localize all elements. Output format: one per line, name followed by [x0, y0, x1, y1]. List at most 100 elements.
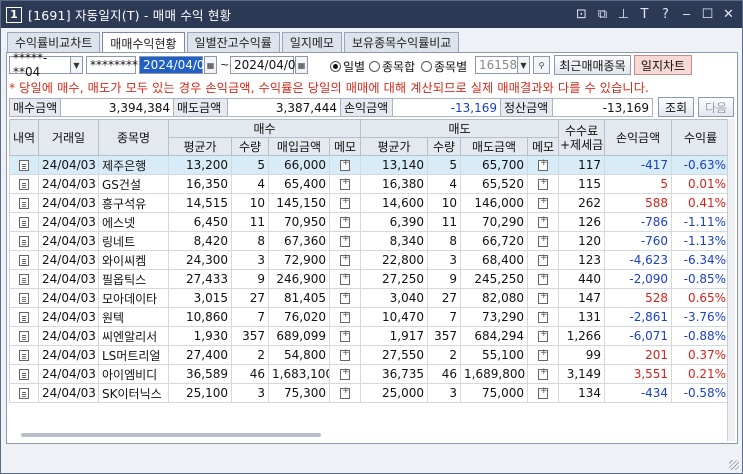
detail-doc-icon[interactable]: [19, 293, 29, 304]
buy-memo-icon[interactable]: [340, 348, 351, 361]
radio-stock-sum-dot[interactable]: [369, 61, 380, 72]
detail-doc-icon[interactable]: [19, 312, 29, 323]
sell-memo-icon[interactable]: [538, 158, 549, 171]
buy-memo-icon[interactable]: [340, 367, 351, 380]
cell-date: 24/04/03: [38, 383, 99, 403]
buy-memo-icon[interactable]: [340, 158, 351, 171]
cell-pl: -4,623: [604, 250, 673, 270]
horizontal-scrollbar[interactable]: [21, 433, 321, 437]
search-icon[interactable]: ⚲: [533, 56, 550, 74]
maximize-icon[interactable]: ☐: [698, 5, 717, 24]
buy-memo-cell: [328, 288, 362, 308]
tab-journal-memo[interactable]: 일지메모: [281, 32, 342, 52]
buy-memo-icon[interactable]: [340, 310, 351, 323]
next-button[interactable]: 다음: [698, 97, 734, 117]
buy-memo-icon[interactable]: [340, 386, 351, 399]
radio-daily-dot[interactable]: [330, 61, 341, 72]
stock-code-field[interactable]: 161580: [475, 56, 525, 74]
detail-doc-cell: [9, 231, 39, 251]
sell-memo-icon[interactable]: [538, 177, 549, 190]
sell-memo-icon[interactable]: [538, 291, 549, 304]
table-row[interactable]: 24/04/03링네트8,420867,3608,340866,720120-7…: [9, 231, 731, 251]
date-from-field[interactable]: 2024/04/03: [139, 56, 212, 74]
detail-doc-icon[interactable]: [19, 179, 29, 190]
detail-doc-icon[interactable]: [19, 255, 29, 266]
close-icon[interactable]: ✕: [719, 5, 738, 24]
table-row[interactable]: 24/04/03필옵틱스27,4339246,90027,2509245,250…: [9, 269, 731, 289]
sell-memo-icon[interactable]: [538, 234, 549, 247]
cell-date: 24/04/03: [38, 231, 99, 251]
sell-memo-icon[interactable]: [538, 215, 549, 228]
help-icon[interactable]: ?: [656, 5, 675, 24]
detail-doc-icon[interactable]: [19, 388, 29, 399]
buy-memo-icon[interactable]: [340, 234, 351, 247]
radio-by-stock[interactable]: 종목별: [421, 58, 467, 75]
table-row[interactable]: 24/04/03에스넷6,4501170,9506,3901170,290126…: [9, 212, 731, 232]
title-tools: ⊡ ⧉ ⊥ T ? ‒ ☐ ✕: [572, 5, 738, 24]
cell-sell-qty: 7: [427, 307, 462, 327]
sell-memo-icon[interactable]: [538, 348, 549, 361]
buy-memo-icon[interactable]: [340, 329, 351, 342]
buy-memo-icon[interactable]: [340, 272, 351, 285]
detail-doc-icon[interactable]: [19, 331, 29, 342]
cell-fee: 134: [558, 383, 606, 403]
table-row[interactable]: 24/04/03제주은행13,200566,00013,140565,70011…: [9, 155, 731, 175]
detail-doc-icon[interactable]: [19, 236, 29, 247]
journal-chart-button[interactable]: 일지차트: [634, 55, 692, 75]
detail-doc-icon[interactable]: [19, 350, 29, 361]
tab-return-compare-chart[interactable]: 수익률비교차트: [7, 32, 101, 52]
buy-memo-icon[interactable]: [340, 215, 351, 228]
radio-daily[interactable]: 일별: [330, 58, 365, 75]
password-field[interactable]: ********: [86, 56, 138, 74]
sell-memo-icon[interactable]: [538, 196, 549, 209]
table-row[interactable]: 24/04/03LS머트리얼27,400254,80027,550255,100…: [9, 345, 731, 365]
resize-grip-icon[interactable]: [729, 460, 739, 470]
detail-doc-icon[interactable]: [19, 160, 29, 171]
query-button[interactable]: 조회: [658, 97, 694, 117]
radio-stock-sum[interactable]: 종목합: [369, 58, 415, 75]
sell-memo-icon[interactable]: [538, 253, 549, 266]
vertical-scrollbar[interactable]: [727, 119, 735, 441]
link-icon[interactable]: ⊡: [572, 5, 591, 24]
calendar-from-icon[interactable]: ▦: [204, 56, 217, 74]
pin-icon[interactable]: ⊥: [614, 5, 633, 24]
table-row[interactable]: 24/04/03GS건설16,350465,40016,380465,52011…: [9, 174, 731, 194]
minimize-icon[interactable]: ‒: [677, 5, 696, 24]
radio-by-stock-dot[interactable]: [421, 61, 432, 72]
calendar-to-icon[interactable]: ▦: [295, 56, 308, 74]
table-row[interactable]: 24/04/03원텍10,860776,02010,470773,290131-…: [9, 307, 731, 327]
sell-memo-icon[interactable]: [538, 272, 549, 285]
account-dropdown-icon[interactable]: ▼: [70, 56, 83, 74]
stock-code-dropdown-icon[interactable]: ▼: [517, 56, 530, 74]
table-row[interactable]: 24/04/03아이엠비디36,589461,683,10036,735461,…: [9, 364, 731, 384]
recent-trades-button[interactable]: 최근매매종목: [554, 55, 631, 75]
table-row[interactable]: 24/04/03흥구석유14,51510145,15014,60010146,0…: [9, 193, 731, 213]
buy-memo-cell: [328, 364, 362, 384]
sell-memo-icon[interactable]: [538, 329, 549, 342]
sell-memo-icon[interactable]: [538, 367, 549, 380]
buy-memo-icon[interactable]: [340, 291, 351, 304]
sell-memo-icon[interactable]: [538, 310, 549, 323]
tab-trade-profit-status[interactable]: 매매수익현황: [102, 32, 185, 53]
header-date: 거래일: [38, 119, 99, 156]
detail-doc-icon[interactable]: [19, 198, 29, 209]
table-row[interactable]: 24/04/03모아데이타3,0152781,4053,0402782,0801…: [9, 288, 731, 308]
buy-memo-icon[interactable]: [340, 177, 351, 190]
table-row[interactable]: 24/04/03SK이터닉스25,100375,30025,000375,000…: [9, 383, 731, 403]
detail-doc-icon[interactable]: [19, 217, 29, 228]
tab-holdings-return-compare[interactable]: 보유종목수익률비교: [343, 32, 460, 52]
buy-memo-icon[interactable]: [340, 196, 351, 209]
font-size-icon[interactable]: T: [635, 5, 654, 24]
account-field[interactable]: *****-**04: [9, 51, 71, 79]
table-row[interactable]: 24/04/03씨엔알리서1,930357689,0991,917357684,…: [9, 326, 731, 346]
detail-doc-icon[interactable]: [19, 369, 29, 380]
detail-doc-icon[interactable]: [19, 274, 29, 285]
title-bar[interactable]: 1 [1691] 자동일지(T) - 매매 수익 현황 ⊡ ⧉ ⊥ T ? ‒ …: [1, 1, 742, 28]
table-row[interactable]: 24/04/03와이씨켐24,300372,90022,800368,40012…: [9, 250, 731, 270]
tab-daily-balance-return[interactable]: 일별잔고수익률: [186, 32, 280, 52]
sell-memo-icon[interactable]: [538, 386, 549, 399]
cell-sell-amount: 684,294: [460, 326, 529, 346]
buy-memo-icon[interactable]: [340, 253, 351, 266]
date-to-field[interactable]: 2024/04/03: [230, 56, 303, 74]
copy-window-icon[interactable]: ⧉: [593, 5, 612, 24]
